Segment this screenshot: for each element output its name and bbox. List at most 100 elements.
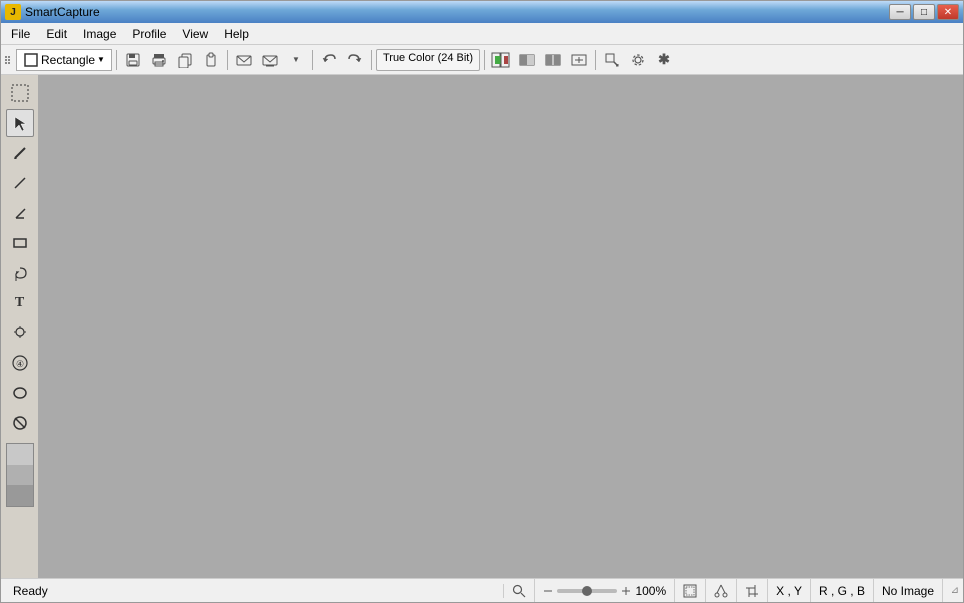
color-mode-button[interactable]: True Color (24 Bit) [376,49,480,71]
redo-button[interactable] [343,49,367,71]
resize-button[interactable] [600,49,624,71]
brighten-icon [571,52,587,68]
menu-edit[interactable]: Edit [38,25,75,43]
color-replace-icon [491,52,511,68]
separator-3 [312,50,313,70]
gear-icon [630,52,646,68]
paste-button[interactable] [199,49,223,71]
capture-region-icon [683,584,697,598]
email2-button[interactable] [258,49,282,71]
line-icon [12,175,28,191]
app-icon: J [5,4,21,20]
grayscale-button[interactable] [515,49,539,71]
separator-6 [595,50,596,70]
menu-file[interactable]: File [3,25,38,43]
swatch-mid [7,465,33,486]
rgb-values: R , G , B [819,584,865,598]
image-info-section: No Image [874,579,943,602]
color-replace-button[interactable] [489,49,513,71]
undo-button[interactable] [317,49,341,71]
toolbar-handle [5,56,10,64]
dropdown-arrow: ▼ [97,55,105,64]
more-arrow-icon: ▼ [292,55,300,64]
paste-icon [203,52,219,68]
separator-5 [484,50,485,70]
swatch-light [7,444,33,465]
ellipse-icon [12,385,28,401]
crop-icon [745,584,759,598]
menu-profile[interactable]: Profile [124,25,174,43]
rectangle-icon [23,52,39,68]
invert-button[interactable] [541,49,565,71]
search-icon [512,584,526,598]
no-entry-icon [12,415,28,431]
search-section [504,579,535,602]
color-swatch[interactable] [6,443,34,507]
dropdown-btn[interactable]: ▼ [284,49,308,71]
wildcard-button[interactable]: ✱ [652,49,676,71]
zoom-minus-icon [543,586,553,596]
ellipse-tool[interactable] [6,379,34,407]
window-controls: ─ □ ✕ [889,4,959,20]
coordinates-section: X , Y [768,579,811,602]
select-tool[interactable] [6,109,34,137]
app-window: J SmartCapture ─ □ ✕ File Edit Image Pro… [0,0,964,603]
no-entry-tool[interactable] [6,409,34,437]
number-tool[interactable]: ④ [6,349,34,377]
stamp-icon [12,325,28,341]
text-icon: T [15,295,24,311]
text-tool[interactable]: T [6,289,34,317]
print-button[interactable] [147,49,171,71]
angled-line-tool[interactable] [6,199,34,227]
maximize-button[interactable]: □ [913,4,935,20]
status-bar: Ready 100% [1,578,963,602]
invert-icon [545,52,561,68]
capture-mode-dropdown[interactable]: Rectangle ▼ [16,49,112,71]
brighten-button[interactable] [567,49,591,71]
zoom-slider-thumb[interactable] [582,586,592,596]
rect-icon [12,235,28,251]
menu-image[interactable]: Image [75,25,124,43]
menu-view[interactable]: View [174,25,216,43]
lasso-icon [12,265,28,281]
scissors-icon [714,584,728,598]
separator-1 [116,50,117,70]
no-image-label: No Image [882,584,934,598]
copy-button[interactable] [173,49,197,71]
crop-section [737,579,768,602]
minimize-button[interactable]: ─ [889,4,911,20]
window-title: SmartCapture [25,5,885,19]
lasso-tool[interactable] [6,259,34,287]
pencil-tool[interactable] [6,139,34,167]
swatch-dark [7,485,33,506]
zoom-slider-track[interactable] [557,589,617,593]
dotted-rect-icon [10,83,30,103]
resize-grip[interactable]: ⊿ [943,585,959,596]
cursor-icon [12,115,28,131]
line-tool[interactable] [6,169,34,197]
close-button[interactable]: ✕ [937,4,959,20]
title-bar: J SmartCapture ─ □ ✕ [1,1,963,23]
save-button[interactable] [121,49,145,71]
angled-line-icon [12,205,28,221]
resize-icon [604,52,620,68]
settings-button[interactable] [626,49,650,71]
email-button[interactable] [232,49,256,71]
asterisk-icon: ✱ [658,51,670,68]
zoom-percent: 100% [635,584,666,598]
main-area: T ④ [1,75,963,578]
menu-help[interactable]: Help [216,25,257,43]
grayscale-icon [519,52,535,68]
canvas-area[interactable] [39,75,963,578]
send-icon [262,52,278,68]
rectangle-tool[interactable] [6,229,34,257]
number-icon: ④ [11,354,29,372]
email-icon [236,52,252,68]
stamp-tool[interactable] [6,319,34,347]
menu-bar: File Edit Image Profile View Help [1,23,963,45]
dotted-select-tool[interactable] [6,79,34,107]
left-toolbar: T ④ [1,75,39,578]
zoom-section: 100% [535,579,675,602]
undo-icon [321,52,337,68]
save-icon [125,52,141,68]
